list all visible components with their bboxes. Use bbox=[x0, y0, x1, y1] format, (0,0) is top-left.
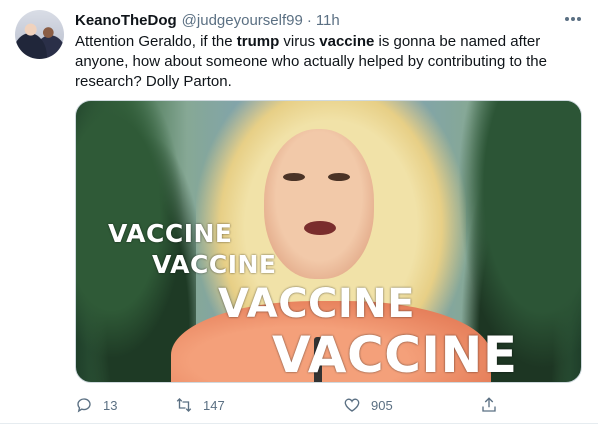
text-segment: virus bbox=[279, 33, 320, 50]
reply-icon bbox=[77, 398, 91, 413]
media-face bbox=[264, 129, 374, 279]
media-eye-left bbox=[283, 173, 305, 181]
like-count: 905 bbox=[371, 397, 393, 413]
tweet-header: KeanoTheDog @judgeyourself99 · 11h bbox=[75, 10, 340, 30]
heart-icon bbox=[344, 398, 360, 412]
overlay-word: VACCINE bbox=[218, 281, 416, 327]
like-button[interactable]: 905 bbox=[343, 395, 393, 415]
separator-dot: · bbox=[306, 11, 312, 29]
text-bold-vaccine: vaccine bbox=[319, 33, 375, 50]
reply-count: 13 bbox=[103, 397, 118, 413]
more-horizontal-icon[interactable] bbox=[561, 9, 585, 29]
avatar[interactable] bbox=[15, 10, 64, 59]
tweet-media[interactable]: VACCINE VACCINE VACCINE VACCINE bbox=[75, 100, 582, 383]
display-name[interactable]: KeanoTheDog bbox=[75, 12, 177, 29]
retweet-count: 147 bbox=[203, 397, 225, 413]
media-eye-right bbox=[328, 173, 350, 181]
text-segment: Attention Geraldo, if the bbox=[75, 33, 237, 50]
tweet-text: Attention Geraldo, if the trump virus va… bbox=[75, 32, 575, 92]
retweet-button[interactable]: 147 bbox=[175, 395, 225, 415]
user-handle[interactable]: @judgeyourself99 bbox=[182, 12, 303, 29]
retweet-icon bbox=[176, 398, 192, 412]
share-button[interactable] bbox=[480, 395, 498, 415]
share-icon bbox=[482, 397, 496, 412]
overlay-word: VACCINE bbox=[272, 326, 518, 383]
text-bold-trump: trump bbox=[236, 33, 280, 50]
timestamp[interactable]: 11h bbox=[316, 12, 340, 29]
overlay-word: VACCINE bbox=[108, 219, 233, 248]
tweet[interactable]: KeanoTheDog @judgeyourself99 · 11h Atten… bbox=[0, 0, 598, 424]
reply-button[interactable]: 13 bbox=[75, 395, 117, 415]
media-mouth bbox=[304, 221, 336, 235]
tweet-actions: 13 147 905 bbox=[75, 395, 498, 415]
overlay-word: VACCINE bbox=[152, 250, 277, 279]
